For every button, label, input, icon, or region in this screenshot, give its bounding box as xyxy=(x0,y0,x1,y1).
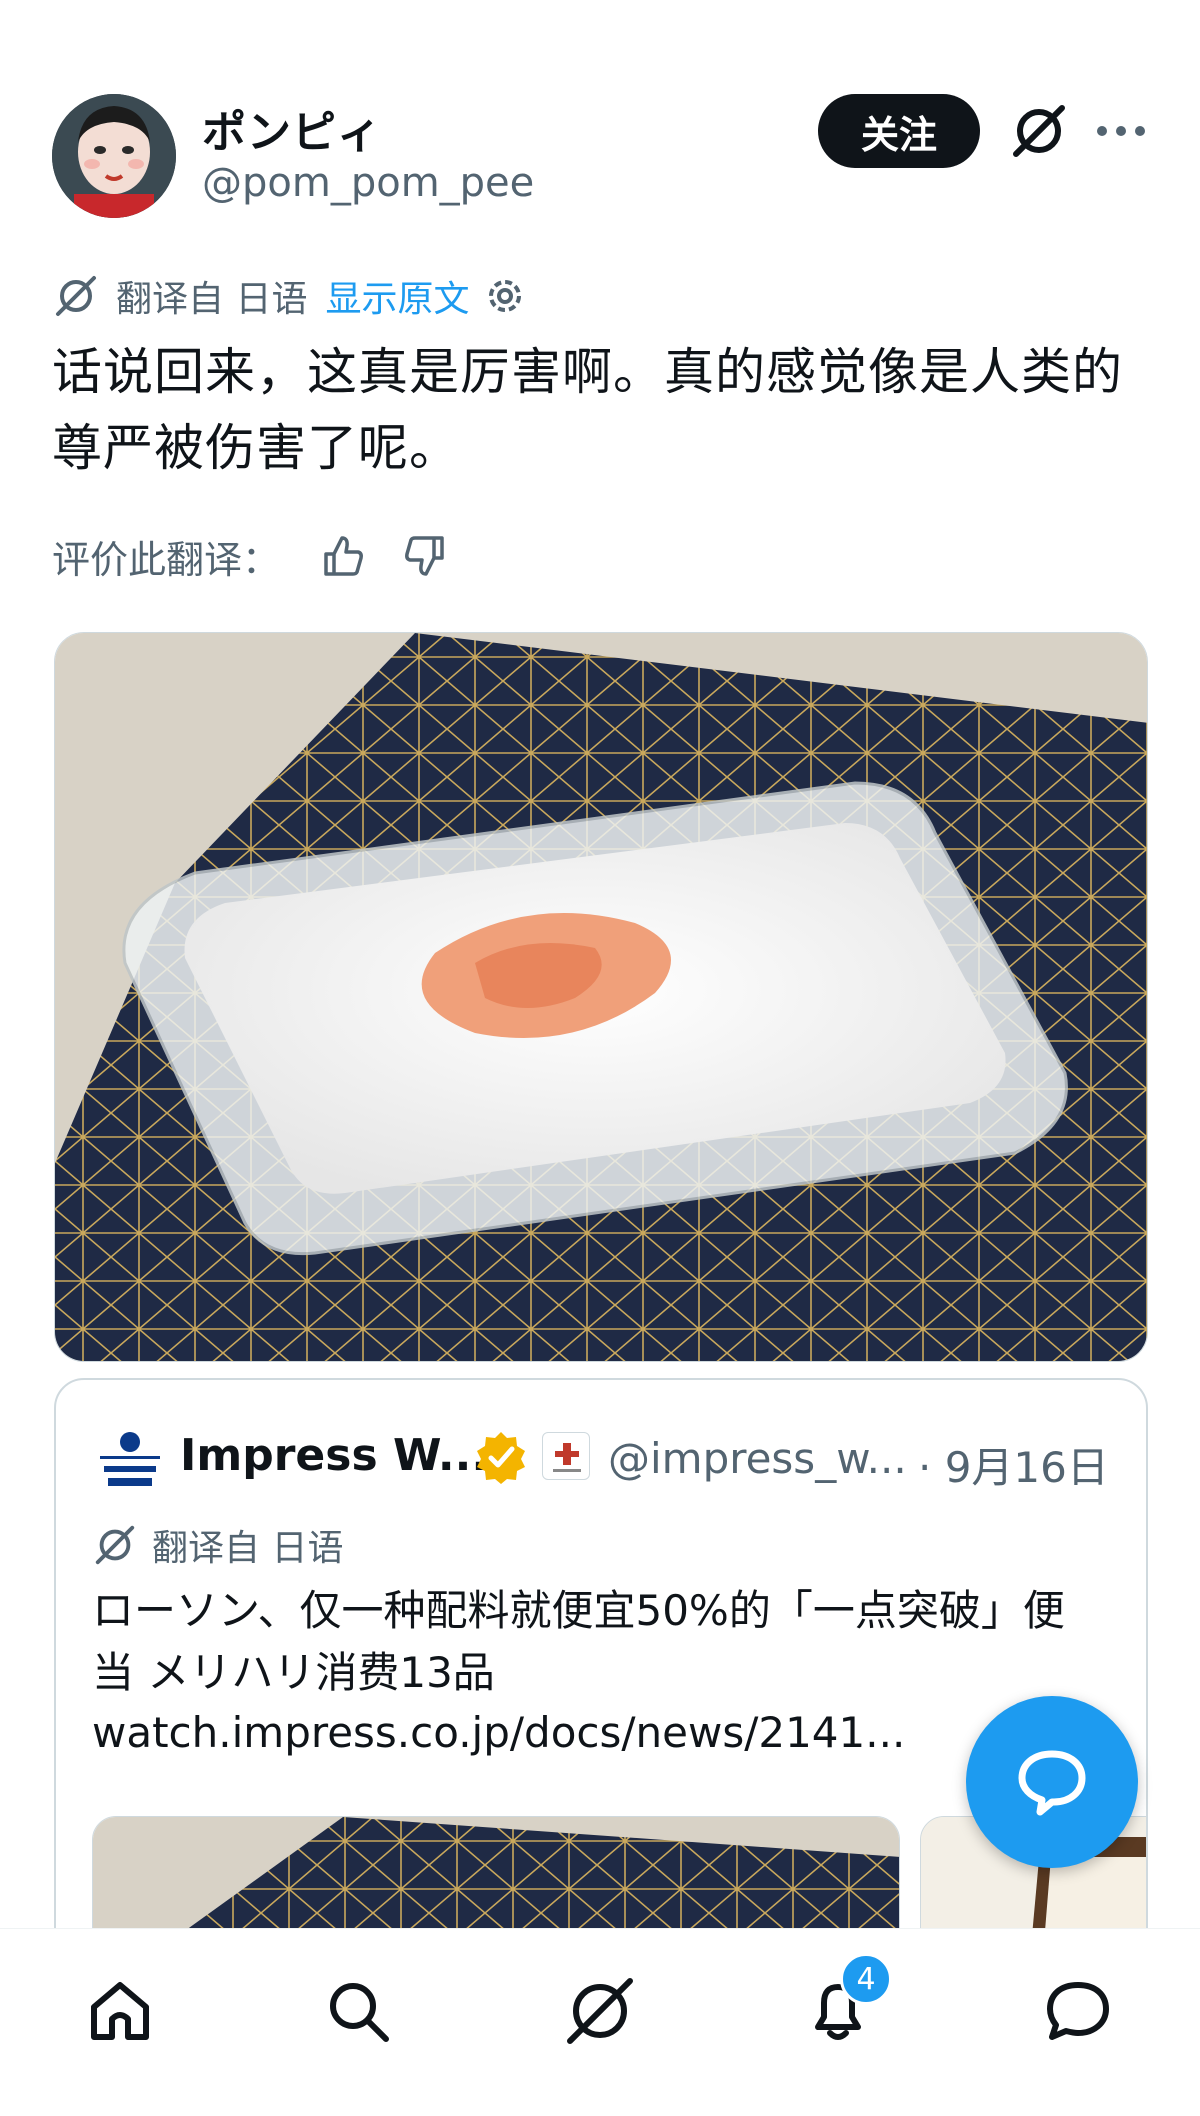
quoted-post-link[interactable]: watch.impress.co.jp/docs/news/2141... xyxy=(92,1702,905,1764)
messages-icon[interactable] xyxy=(1038,1971,1118,2051)
verified-badge-icon xyxy=(474,1430,528,1484)
home-icon[interactable] xyxy=(80,1971,160,2051)
show-original-link[interactable]: 显示原文 xyxy=(325,270,469,322)
search-icon[interactable] xyxy=(318,1971,398,2051)
gear-icon[interactable] xyxy=(483,274,527,318)
follow-button[interactable]: 关注 xyxy=(818,94,980,168)
post-media-image[interactable] xyxy=(54,632,1148,1362)
translation-label: 翻译自 日语 xyxy=(116,279,308,320)
grok-translate-icon xyxy=(92,1522,138,1568)
quoted-author-handle[interactable]: @impress_w... xyxy=(608,1434,907,1483)
grok-icon[interactable] xyxy=(1008,100,1070,162)
quoted-translation-row: 翻译自 日语 xyxy=(92,1518,343,1572)
thumbs-up-icon[interactable] xyxy=(318,532,366,580)
rate-translation-row: 评价此翻译： xyxy=(52,526,486,586)
affiliation-badge-icon xyxy=(542,1432,590,1480)
translation-row: 翻译自 日语 显示原文 xyxy=(52,268,527,324)
quoted-post-date: · 9月16日 xyxy=(918,1443,1109,1492)
thumbs-down-icon[interactable] xyxy=(402,532,450,580)
more-options-icon[interactable] xyxy=(1090,100,1152,162)
quoted-post-text: ローソン、仅一种配料就便宜50%的「一点突破」便当 メリハリ消费13品 xyxy=(92,1586,1065,1697)
notification-count-badge: 4 xyxy=(840,1953,892,2005)
post-text: 话说回来，这真是厉害啊。真的感觉像是人类的尊严被伤害了呢。 xyxy=(52,343,1123,477)
grok-chat-fab[interactable] xyxy=(966,1696,1138,1868)
impress-watch-logo[interactable] xyxy=(92,1420,168,1496)
author-avatar[interactable] xyxy=(52,94,176,218)
quoted-translation-label: 翻译自 日语 xyxy=(152,1528,344,1569)
quoted-author-name[interactable]: Impress W... xyxy=(180,1430,488,1481)
grok-icon[interactable] xyxy=(560,1971,640,2051)
author-handle[interactable]: @pom_pom_pee xyxy=(202,160,534,206)
bottom-nav: 4 xyxy=(0,1928,1200,2116)
rate-translation-label: 评价此翻译： xyxy=(52,537,281,582)
author-display-name[interactable]: ポンピィ xyxy=(202,96,382,160)
grok-translate-icon xyxy=(52,272,100,320)
